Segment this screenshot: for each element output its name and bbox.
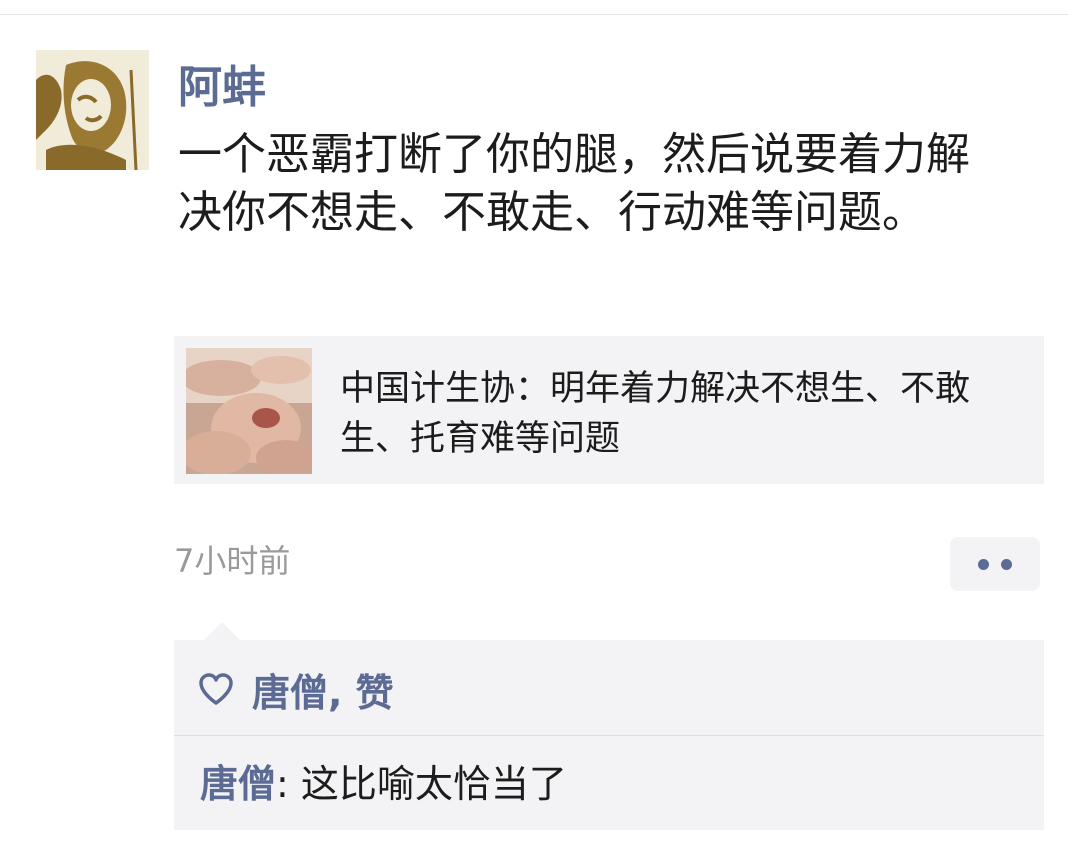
avatar[interactable] [36, 50, 149, 170]
link-thumbnail [186, 348, 312, 474]
likes-names[interactable]: 唐僧, 赞 [252, 662, 394, 717]
heart-icon [199, 673, 233, 705]
comments-divider [174, 735, 1044, 736]
link-title: 中国计生协：明年着力解决不想生、不敢生、托育难等问题 [340, 369, 971, 459]
likes-row: 唐僧, 赞 [196, 662, 394, 717]
more-dots-icon [978, 559, 989, 570]
link-card[interactable]: 中国计生协：明年着力解决不想生、不敢生、托育难等问题 [174, 336, 1044, 484]
post-timestamp: 7小时前 [174, 542, 291, 580]
comments-panel: 唐僧, 赞 唐僧: 这比喻太恰当了 [174, 622, 1044, 830]
username[interactable]: 阿蚌 [178, 58, 266, 118]
comment-author[interactable]: 唐僧 [200, 762, 276, 806]
avatar-image [36, 50, 149, 170]
comment-item[interactable]: 唐僧: 这比喻太恰当了 [200, 756, 567, 812]
more-button[interactable] [950, 537, 1040, 591]
baby-photo-icon [186, 348, 312, 474]
comment-separator: : [276, 762, 301, 806]
post-text: 一个恶霸打断了你的腿，然后说要着力解决你不想走、不敢走、行动难等问题。 [178, 129, 970, 238]
more-dots-icon [1001, 559, 1012, 570]
comment-text: 这比喻太恰当了 [300, 762, 567, 806]
top-divider [0, 14, 1068, 15]
